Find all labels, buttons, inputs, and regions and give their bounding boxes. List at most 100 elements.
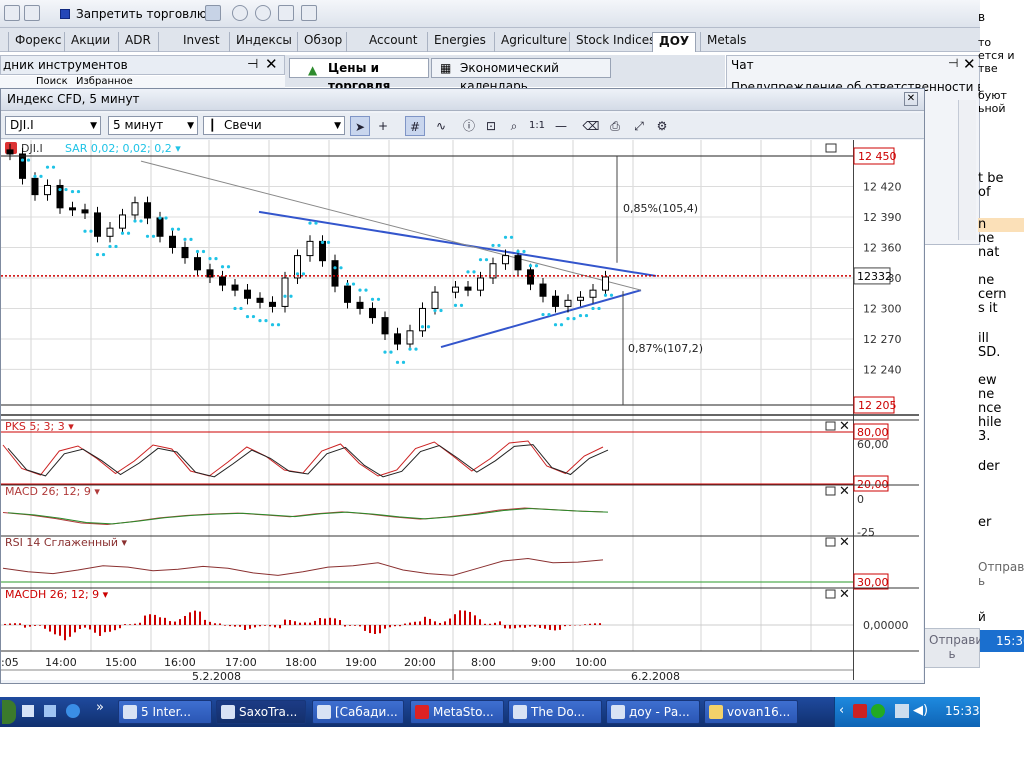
sar-dot [176,227,181,231]
tab-forex[interactable]: Форекс [8,32,68,52]
app-icon [317,705,331,719]
info-icon[interactable]: ⓘ [459,116,479,136]
sar-dot [320,240,325,244]
sar-dot [609,293,614,297]
tab-favorites[interactable]: Избранное [76,76,133,87]
overflow-icon[interactable]: » [96,700,104,715]
indicator-tick: 0,00000 [863,619,909,632]
candle-body [369,307,376,319]
candle-body [69,207,76,211]
price-tick: 12 270 [863,333,902,346]
forward-icon[interactable] [255,5,271,21]
series-label: DJI.I [21,142,43,155]
tab-stock-indices[interactable]: Stock Indices [569,32,661,52]
tab-overview[interactable]: Обзор [297,32,348,52]
taskbar: » 5 Inter... SaxoTra... [Сабади... MetaS… [0,697,980,727]
task-metastock[interactable]: MetaSto... [410,700,504,724]
ie-icon[interactable] [66,704,80,718]
sar-dot [145,234,150,238]
date-label: 5.2.2008 [192,670,241,680]
candle-body [477,277,484,291]
symbol-select[interactable]: DJI.I ▼ [5,116,101,135]
zoom-icon[interactable]: ⌕ [504,116,524,136]
tab-metals[interactable]: Metals [700,32,752,52]
candle-body [356,301,364,309]
send-button[interactable]: Отправи ь [978,560,1024,600]
tab-agriculture[interactable]: Agriculture [494,32,573,52]
indicator-icon[interactable]: ∿ [431,116,451,136]
task-dow[interactable]: доу - Ра... [606,700,700,724]
start-button[interactable] [2,700,16,724]
task-the-do[interactable]: The Do... [508,700,602,724]
close-icon[interactable]: ✕ [265,55,278,73]
sar-dot [572,317,576,321]
grid-icon[interactable] [205,5,221,21]
send-button-bg[interactable]: Отправи ь [924,628,983,668]
chart-window-titlebar[interactable]: Индекс CFD, 5 минут ✕ [1,89,924,111]
candle-body [131,202,139,216]
close-icon[interactable]: ✕ [904,92,918,106]
task-internet[interactable]: 5 Inter... [118,700,212,724]
trading-tabs: ▲ Цены и торговля ▦ Экономический календ… [285,55,725,93]
window-icon[interactable] [44,705,56,717]
crosshair-icon[interactable]: + [373,116,393,136]
chart-style-select[interactable]: ┃ Свечи ▼ [203,116,345,135]
task-vovan[interactable]: vovan16... [704,700,798,724]
home-icon[interactable] [278,5,294,21]
close-icon: ✕ [839,535,850,550]
current-price-label: 12332 [857,270,892,283]
tab-prices-trading[interactable]: ▲ Цены и торговля [289,58,429,93]
sar-dot [420,325,425,329]
tab-search[interactable]: Поиск [36,76,68,87]
refresh-icon[interactable] [301,5,317,21]
trade-lock-checkbox[interactable] [60,9,70,19]
tab-account[interactable]: Account [346,32,423,52]
task-saxotrader[interactable]: SaxoTra... [216,700,306,724]
zoom-area-icon[interactable]: ⊡ [481,116,501,136]
line-icon[interactable]: — [551,116,571,136]
tab-dow[interactable]: ДОУ [652,32,697,52]
tray-icon[interactable] [871,704,885,718]
network-icon[interactable] [895,704,909,718]
show-desktop-icon[interactable] [22,705,34,717]
sar-dot [597,306,601,311]
sar-dot [101,252,106,257]
scale-one-icon[interactable]: 1:1 [527,116,547,136]
app-icon [221,705,235,719]
indicator-tick: 0 [857,493,864,506]
back-icon[interactable] [232,5,248,21]
tab-adr[interactable]: ADR [118,32,157,52]
trendline-icon[interactable]: ⤢ [629,116,649,136]
close-icon[interactable]: ✕ [963,55,976,73]
sar-dot [139,219,143,223]
sar-dot [126,231,131,235]
tab-invest[interactable]: Invest [158,32,226,52]
sar-dot [395,360,400,364]
pin-icon[interactable]: ⊣ [948,56,958,70]
candle-body [194,257,201,271]
sar-dot [491,243,495,248]
task-sabadi[interactable]: [Сабади... [312,700,404,724]
candle-body [394,333,401,345]
print-icon[interactable] [4,5,20,21]
chat-scrollbar[interactable] [958,100,976,240]
cursor-icon[interactable]: ➤ [350,116,370,136]
tab-economic-calendar[interactable]: ▦ Экономический календарь [431,58,611,93]
tab-indices[interactable]: Индексы [229,32,298,52]
chart-svg[interactable]: DJI.I SAR 0,02; 0,02; 0,2 ▾ 0,85%(105,4)0… [1,140,923,680]
tray-icon[interactable] [853,704,867,718]
tab-stocks[interactable]: Акции [64,32,116,52]
settings-icon[interactable]: ⚙ [652,116,672,136]
fragment-text: й [978,610,986,624]
tray-expand-icon[interactable]: ‹ [839,703,844,718]
eraser-icon[interactable]: ⌫ [581,116,601,136]
tab-energies[interactable]: Energies [427,32,492,52]
printer-icon[interactable] [24,5,40,21]
close-icon: ✕ [839,587,850,602]
grid-icon[interactable]: # [405,116,425,136]
time-tick: 17:00 [225,656,257,669]
print-icon[interactable]: ⎙ [605,116,625,136]
pin-icon[interactable]: ⊣ [247,57,258,72]
timeframe-select[interactable]: 5 минут ▼ [108,116,198,135]
volume-icon[interactable]: ◀) [913,703,928,718]
